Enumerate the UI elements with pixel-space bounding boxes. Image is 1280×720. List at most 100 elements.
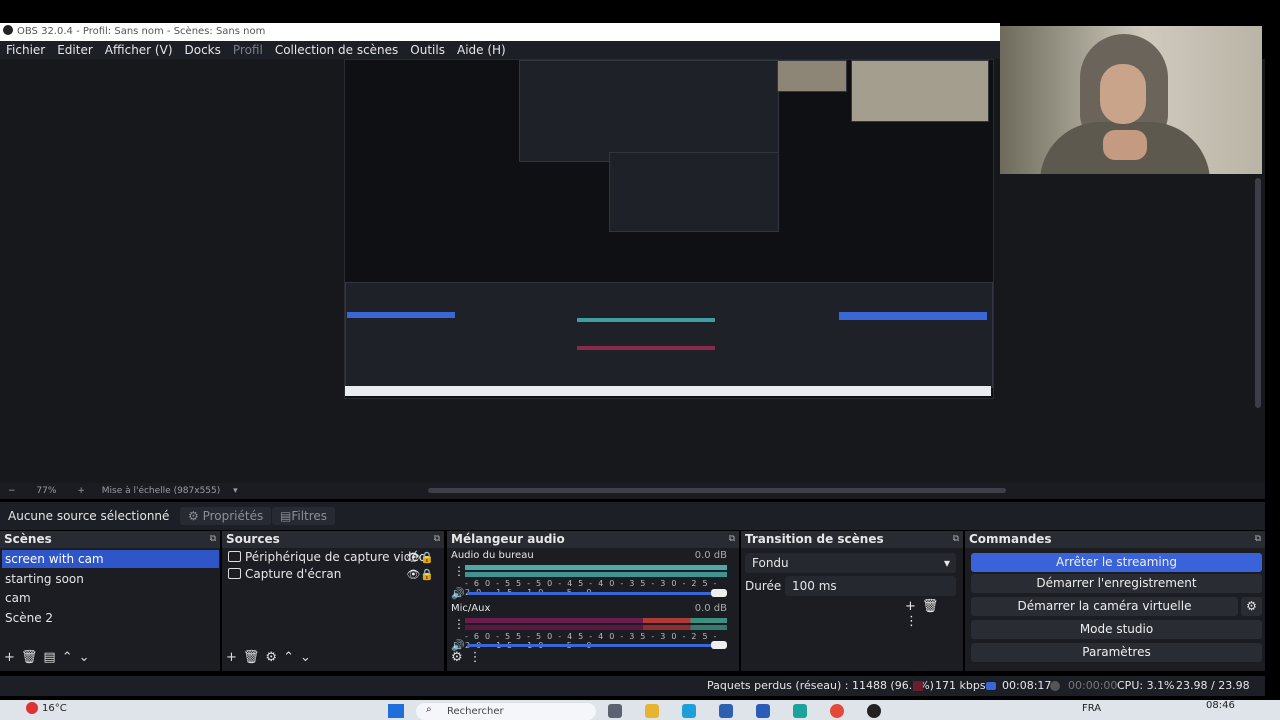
- nested-cam: [851, 60, 989, 122]
- taskbar: 16°C ⌕ Rechercher FRA 08:46: [0, 700, 1280, 720]
- zoom-in-button[interactable]: +: [77, 486, 85, 496]
- monitor-icon: [228, 568, 241, 579]
- scene-item[interactable]: cam: [2, 589, 219, 607]
- level-meter: [465, 565, 727, 570]
- search-placeholder: Rechercher: [447, 706, 504, 717]
- trash-icon[interactable]: 🗑: [922, 599, 945, 614]
- preview-vertical-scrollbar[interactable]: [1255, 178, 1261, 408]
- menu-fichier[interactable]: Fichier: [6, 43, 45, 57]
- gear-icon[interactable]: ⚙: [1241, 597, 1262, 616]
- controls-title: Commandes ⧉: [965, 531, 1265, 548]
- chevron-up-icon[interactable]: ⌃: [62, 650, 79, 665]
- chevron-down-icon[interactable]: ▾: [233, 486, 238, 496]
- record-icon: [1050, 681, 1060, 691]
- undock-icon[interactable]: ⧉: [729, 531, 735, 548]
- chevron-up-icon[interactable]: ⌃: [283, 650, 300, 665]
- volume-knob[interactable]: [711, 589, 727, 597]
- source-label: Périphérique de capture vidéo: [245, 550, 427, 564]
- transition-toolbar: +🗑⋮: [905, 599, 963, 629]
- more-icon[interactable]: ⋮: [469, 650, 488, 665]
- trash-icon[interactable]: 🗑: [21, 650, 44, 665]
- chevron-down-icon[interactable]: ⌄: [79, 650, 96, 665]
- filter-icon[interactable]: ▤: [43, 650, 61, 665]
- filters-button[interactable]: ▤Filtres: [272, 507, 336, 525]
- network-indicator-icon: [913, 681, 923, 691]
- task-view-icon[interactable]: [608, 704, 622, 718]
- scene-item[interactable]: screen with cam: [2, 550, 219, 568]
- sources-title: Sources ⧉: [222, 531, 444, 548]
- settings-button[interactable]: Paramètres: [971, 643, 1262, 662]
- source-item[interactable]: Capture d'écran 👁🔒: [226, 566, 440, 583]
- app-icon[interactable]: [793, 704, 807, 718]
- source-label: Capture d'écran: [245, 567, 342, 581]
- source-item[interactable]: Périphérique de capture vidéo 👁🔒: [226, 549, 440, 566]
- volume-slider[interactable]: [467, 644, 723, 647]
- eye-lock-icon[interactable]: 👁🔒: [406, 549, 434, 566]
- trash-icon[interactable]: 🗑: [243, 650, 266, 665]
- properties-label: Propriétés: [202, 509, 264, 523]
- gear-icon[interactable]: ⚙: [451, 650, 469, 665]
- preview-canvas[interactable]: [344, 59, 994, 399]
- menu-outils[interactable]: Outils: [410, 43, 445, 57]
- obs-taskbar-icon[interactable]: [867, 704, 881, 718]
- level-meter: [465, 625, 727, 630]
- nested-scene-sel: [347, 312, 455, 318]
- mixer-title: Mélangeur audio ⧉: [447, 531, 739, 548]
- window-title-bar: OBS 32.0.4 - Profil: Sans nom - Scènes: …: [0, 23, 1000, 41]
- weather-icon[interactable]: [26, 702, 38, 714]
- nested-cam-thumb: [777, 60, 847, 92]
- undock-icon[interactable]: ⧉: [434, 531, 440, 548]
- clock[interactable]: 08:46: [1206, 700, 1235, 711]
- menu-profil[interactable]: Profil: [233, 43, 263, 57]
- chrome-icon[interactable]: [830, 704, 844, 718]
- properties-button[interactable]: ⚙ Propriétés: [180, 507, 272, 525]
- zoom-out-button[interactable]: −: [8, 486, 16, 496]
- scene-item[interactable]: starting soon: [2, 570, 219, 588]
- undock-icon[interactable]: ⧉: [210, 531, 216, 548]
- add-icon[interactable]: +: [226, 650, 243, 665]
- menu-afficher[interactable]: Afficher (V): [105, 43, 173, 57]
- language-indicator[interactable]: FRA: [1082, 703, 1101, 714]
- volume-slider[interactable]: [467, 592, 723, 595]
- windows-start-icon[interactable]: [388, 704, 404, 718]
- speaker-icon[interactable]: 🔊: [451, 587, 465, 600]
- scene-item[interactable]: Scène 2: [2, 609, 219, 627]
- file-explorer-icon[interactable]: [645, 704, 659, 718]
- stop-streaming-button[interactable]: Arrêter le streaming: [971, 553, 1262, 572]
- preview-horizontal-scrollbar[interactable]: [428, 488, 1006, 493]
- start-virtual-camera-button[interactable]: Démarrer la caméra virtuelle: [971, 597, 1238, 616]
- nested-meter-2: [577, 346, 715, 350]
- scenes-toolbar: +🗑▤⌃⌄: [4, 650, 96, 665]
- more-icon[interactable]: ⋮: [453, 617, 465, 631]
- volume-knob[interactable]: [711, 641, 727, 649]
- no-source-label: Aucune source sélectionné: [8, 509, 170, 523]
- sources-dock: Sources ⧉ Périphérique de capture vidéo 👁🔒…: [222, 531, 444, 671]
- eye-lock-icon[interactable]: 👁🔒: [406, 566, 434, 583]
- menu-docks[interactable]: Docks: [185, 43, 221, 57]
- duration-input[interactable]: 100 ms: [785, 576, 956, 596]
- transition-select[interactable]: Fondu ▾: [745, 553, 956, 573]
- bitrate: 171 kbps: [935, 679, 986, 692]
- word-icon[interactable]: [756, 704, 770, 718]
- channel-db: 0.0 dB: [694, 603, 727, 614]
- taskbar-search[interactable]: ⌕ Rechercher: [416, 703, 596, 720]
- window-title: OBS 32.0.4 - Profil: Sans nom - Scènes: …: [17, 26, 266, 37]
- add-icon[interactable]: +: [4, 650, 21, 665]
- studio-mode-button[interactable]: Mode studio: [971, 620, 1262, 639]
- store-icon[interactable]: [719, 704, 733, 718]
- menu-collection[interactable]: Collection de scènes: [275, 43, 398, 57]
- menu-editer[interactable]: Editer: [57, 43, 93, 57]
- more-icon[interactable]: ⋮: [453, 564, 465, 578]
- add-icon[interactable]: +: [905, 599, 922, 614]
- menu-aide[interactable]: Aide (H): [457, 43, 506, 57]
- transition-title: Transition de scènes ⧉: [741, 531, 963, 548]
- gear-icon[interactable]: ⚙: [265, 650, 283, 665]
- start-recording-button[interactable]: Démarrer l'enregistrement: [971, 574, 1262, 593]
- more-icon[interactable]: ⋮: [905, 614, 924, 629]
- undock-icon[interactable]: ⧉: [1255, 531, 1261, 548]
- chevron-down-icon[interactable]: ⌄: [300, 650, 317, 665]
- edge-icon[interactable]: [682, 704, 696, 718]
- gear-icon: ⚙: [188, 509, 199, 523]
- undock-icon[interactable]: ⧉: [953, 531, 959, 548]
- cpu-usage: CPU: 3.1%: [1117, 679, 1175, 692]
